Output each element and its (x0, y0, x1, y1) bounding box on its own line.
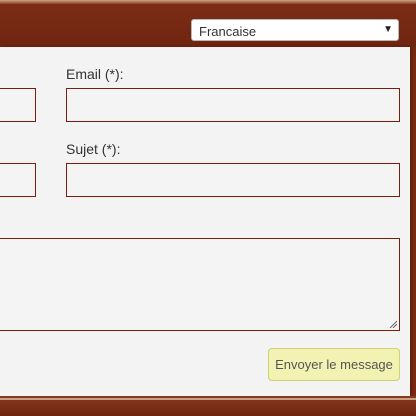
message-textarea[interactable] (0, 238, 400, 331)
resize-handle-icon[interactable] (389, 320, 397, 328)
email-label: Email (*): (66, 66, 124, 82)
footer-band (0, 396, 416, 416)
name-field[interactable] (0, 88, 36, 122)
send-message-button[interactable]: Envoyer le message (268, 348, 400, 381)
contact-form-panel: Email (*): Sujet (*): (0, 47, 410, 396)
phone-field[interactable] (0, 163, 36, 197)
email-field[interactable] (66, 88, 400, 122)
language-select-value: Francaise (199, 24, 257, 39)
language-select[interactable]: Francaise ▼ (191, 19, 399, 41)
dropdown-arrow-icon: ▼ (383, 24, 393, 35)
footer-divider (0, 398, 416, 400)
header-bar: Francaise ▼ (0, 4, 416, 47)
subject-label: Sujet (*): (66, 141, 121, 157)
subject-field[interactable] (66, 163, 400, 197)
